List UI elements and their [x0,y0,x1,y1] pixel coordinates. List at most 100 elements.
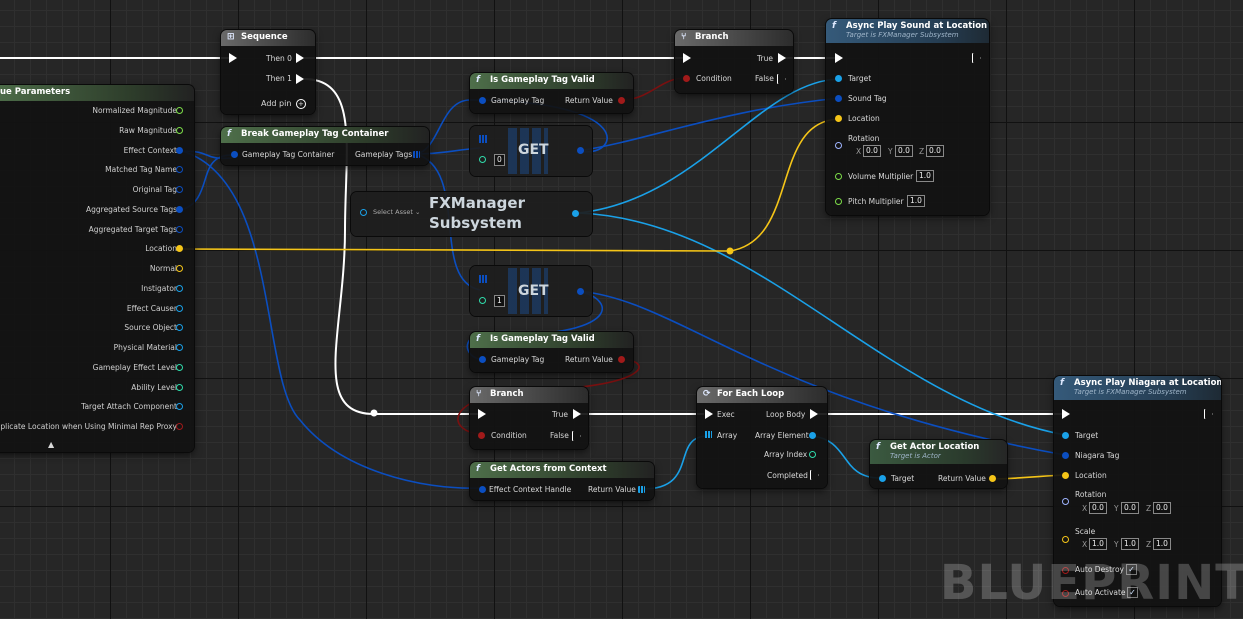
return-value-bool-pin[interactable] [618,97,625,104]
index-input[interactable]: 0 [494,154,505,166]
add-pin-button[interactable]: Add pin + [261,99,306,109]
cue-param-pin[interactable] [176,284,183,292]
select-asset-dropdown[interactable]: Select Asset ⌄ [373,208,420,216]
subsystem-out-pin[interactable] [572,210,579,217]
return-value-vector-pin[interactable] [989,475,996,482]
array-element-pin[interactable] [809,432,816,439]
index-input[interactable]: 1 [494,295,505,307]
completed-pin[interactable] [810,470,819,480]
exec-in-pin[interactable] [1062,409,1070,419]
rotation-y-input[interactable]: 0.0 [895,145,913,157]
sound-tag-pin[interactable] [835,95,842,102]
async-niagara-title: Async Play Niagara at Location [1074,378,1221,388]
cue-param-pin[interactable] [176,423,183,430]
cue-param-pin[interactable] [176,383,183,391]
pitch-multiplier-input[interactable]: 1.0 [907,195,925,207]
true-pin[interactable] [778,53,786,63]
condition-pin[interactable] [683,75,690,82]
is-gameplay-tag-valid-node-1[interactable]: f Is Gameplay Tag Valid Gameplay Tag Ret… [470,73,633,113]
false-pin[interactable] [777,74,786,84]
for-each-loop-node[interactable]: ⟳ For Each Loop Exec Loop Body Array Arr… [697,387,827,488]
array-in-pin[interactable] [705,431,712,438]
rotation-pin[interactable] [1062,498,1069,505]
array-in-pin[interactable] [479,135,487,143]
exec-in-pin[interactable] [835,53,843,63]
location-pin[interactable] [835,115,842,122]
sequence-node[interactable]: ⊞ Sequence Then 0 Then 1 Add pin + [221,30,315,114]
exec-out-pin[interactable] [1204,409,1213,419]
branch-node-1[interactable]: ⑂ Branch True Condition False [675,30,793,93]
exec-in-pin[interactable] [683,53,691,63]
target-pin[interactable] [879,475,886,482]
effect-context-handle-pin[interactable] [479,486,486,493]
is-gameplay-tag-valid-node-2[interactable]: f Is Gameplay Tag Valid Gameplay Tag Ret… [470,332,633,372]
cue-param-pin[interactable] [176,324,183,332]
exec-in-pin[interactable] [705,409,713,419]
return-value-array-pin[interactable] [638,486,645,493]
loop-body-pin[interactable] [810,409,818,419]
cue-param-pin[interactable] [176,186,183,193]
location-pin[interactable] [1062,472,1069,479]
condition-pin[interactable] [478,432,485,439]
rotation-pin[interactable] [835,142,842,149]
fxmanager-title-2: Subsystem [429,214,522,232]
pitch-multiplier-pin[interactable] [835,198,842,205]
cue-param-pin[interactable] [176,304,183,312]
scale-y-input[interactable]: 1.0 [1121,538,1139,550]
exec-out-pin[interactable] [972,53,981,63]
scale-z-input[interactable]: 1.0 [1153,538,1171,550]
rotation-x-input[interactable]: 0.0 [863,145,881,157]
then-0-pin[interactable] [296,53,304,63]
cue-param-pin[interactable] [176,245,183,253]
scale-pin[interactable] [1062,536,1069,543]
false-pin[interactable] [572,431,581,441]
get-actor-location-node[interactable]: f Get Actor Location Target is Actor Tar… [870,440,1007,488]
index-pin[interactable] [479,156,486,163]
volume-multiplier-pin[interactable] [835,173,842,180]
scale-x-input[interactable]: 1.0 [1089,538,1107,550]
gameplay-tag-pin[interactable] [479,356,486,363]
item-out-pin[interactable] [577,288,584,295]
tag-valid-2-header: f Is Gameplay Tag Valid [470,332,633,348]
cue-parameters-node[interactable]: ue Parameters Normalized Magnitude Raw Ma… [0,85,194,452]
cue-param-pin[interactable] [176,344,183,351]
index-pin[interactable] [479,297,486,304]
rotation-x-input[interactable]: 0.0 [1089,502,1107,514]
gameplay-tag-pin[interactable] [479,97,486,104]
gameplay-tag-container-pin[interactable] [231,151,238,158]
break-gameplay-tag-container-node[interactable]: f Break Gameplay Tag Container Gameplay … [221,127,429,165]
volume-multiplier-input[interactable]: 1.0 [916,170,934,182]
cue-param-pin[interactable] [176,126,183,134]
rotation-z-input[interactable]: 0.0 [926,145,944,157]
then-1-pin[interactable] [296,74,304,84]
get-node-0[interactable]: GET 0 [470,126,592,176]
target-pin[interactable] [1062,432,1069,439]
exec-in-pin[interactable] [478,409,486,419]
branch-node-2[interactable]: ⑂ Branch True Condition False [470,387,588,449]
niagara-tag-pin[interactable] [1062,452,1069,459]
cue-param-pin[interactable] [176,146,183,154]
array-index-pin[interactable] [809,451,816,458]
cue-param-pin[interactable] [176,363,183,371]
cue-param-pin[interactable] [176,205,183,213]
async-play-sound-node[interactable]: f Async Play Sound at Location Target is… [826,19,989,215]
true-pin[interactable] [573,409,581,419]
rotation-y-input[interactable]: 0.0 [1121,502,1139,514]
collapse-arrow-icon[interactable]: ▲ [48,440,54,449]
item-out-pin[interactable] [577,147,584,154]
exec-in-pin[interactable] [229,53,237,63]
return-value-bool-pin[interactable] [618,356,625,363]
target-pin[interactable] [835,75,842,82]
world-context-pin[interactable] [360,209,367,216]
fxmanager-subsystem-node[interactable]: Select Asset ⌄ FXManager Subsystem [351,192,592,236]
cue-param-pin[interactable] [176,403,183,411]
cue-param-pin[interactable] [176,107,183,114]
array-in-pin[interactable] [479,275,487,283]
cue-param-pin[interactable] [176,265,183,272]
get-actors-from-context-node[interactable]: f Get Actors from Context Effect Context… [470,462,654,500]
cue-param-pin[interactable] [176,225,183,233]
rotation-z-input[interactable]: 0.0 [1153,502,1171,514]
gameplay-tags-array-pin[interactable] [413,151,420,158]
cue-param-pin[interactable] [176,166,183,174]
get-node-1[interactable]: GET 1 [470,266,592,316]
